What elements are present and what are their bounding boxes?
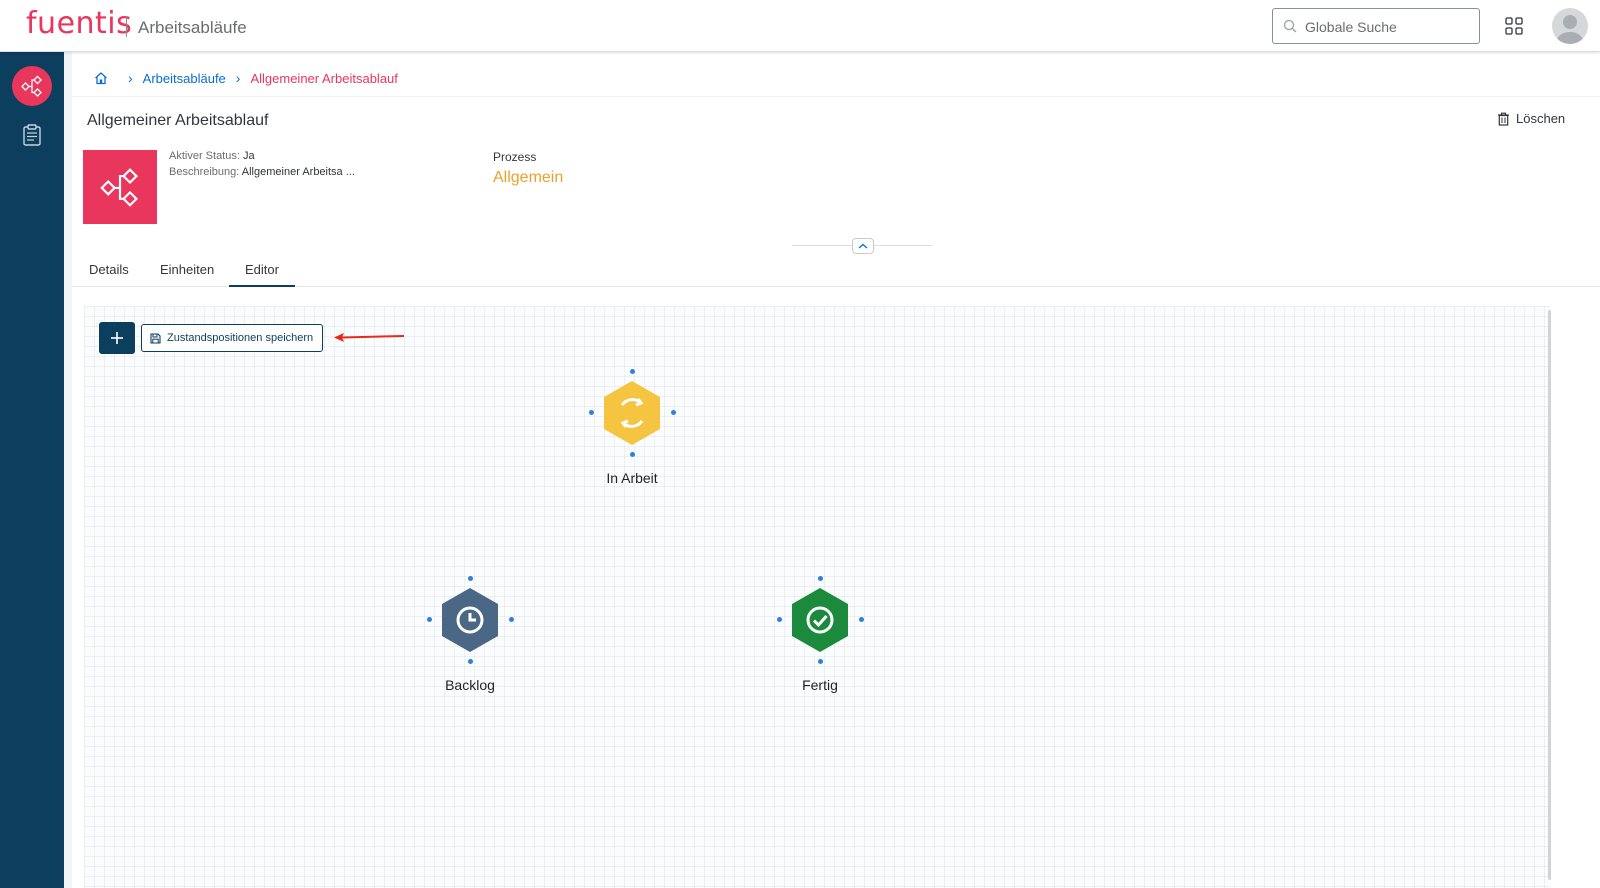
state-node-fertig[interactable]: Fertig — [770, 576, 870, 706]
delete-label: Löschen — [1516, 111, 1566, 126]
chevron-right-icon: › — [128, 70, 133, 86]
state-node-in-arbeit[interactable]: In Arbeit — [582, 369, 682, 499]
object-avatar — [83, 150, 157, 224]
process-value[interactable]: Allgemein — [493, 169, 563, 187]
state-label: In Arbeit — [606, 470, 658, 486]
tab-units[interactable]: Einheiten — [160, 262, 214, 277]
user-icon — [1557, 15, 1583, 44]
connection-port-bottom[interactable] — [818, 659, 823, 664]
connection-port-right[interactable] — [509, 617, 514, 622]
main-content: › Arbeitsabläufe › Allgemeiner Arbeitsab… — [72, 52, 1600, 888]
process-label: Prozess — [493, 150, 537, 164]
tab-editor[interactable]: Editor — [245, 262, 279, 277]
attribute-description: Beschreibung: Allgemeiner Arbeitsa ... — [169, 166, 355, 178]
breadcrumb: › Arbeitsabläufe › Allgemeiner Arbeitsab… — [94, 68, 398, 88]
connection-port-bottom[interactable] — [468, 659, 473, 664]
trash-icon — [1498, 112, 1509, 126]
sidebar — [0, 52, 64, 888]
connection-port-right[interactable] — [671, 410, 676, 415]
annotation-arrow — [334, 333, 405, 342]
tab-bar: Details Einheiten Editor — [72, 257, 1600, 287]
chevron-right-icon: › — [235, 70, 241, 86]
connection-port-top[interactable] — [468, 576, 473, 581]
search-input[interactable] — [1305, 16, 1475, 38]
save-positions-label: Zustandspositionen speichern — [167, 332, 314, 344]
brand-logo[interactable]: fuentis — [26, 6, 132, 41]
save-icon — [150, 332, 161, 344]
editor-scrollbar[interactable] — [1548, 310, 1551, 880]
home-icon[interactable] — [94, 71, 108, 85]
collapse-header-button[interactable] — [852, 238, 874, 254]
workflow-icon — [21, 75, 42, 97]
connection-port-top[interactable] — [818, 576, 823, 581]
state-node-backlog[interactable]: Backlog — [420, 576, 520, 706]
connection-port-left[interactable] — [589, 410, 594, 415]
connection-port-bottom[interactable] — [630, 452, 635, 457]
chevron-up-icon — [858, 243, 868, 249]
connection-port-left[interactable] — [427, 617, 432, 622]
workflow-icon — [100, 168, 138, 207]
header-collapse — [792, 238, 932, 254]
connection-port-right[interactable] — [859, 617, 864, 622]
user-avatar[interactable] — [1552, 8, 1588, 44]
tab-details[interactable]: Details — [89, 262, 129, 277]
page-title: Allgemeiner Arbeitsablauf — [87, 112, 269, 129]
sidebar-item-workflows[interactable] — [12, 66, 52, 106]
plus-icon — [111, 332, 123, 344]
breadcrumb-link-workflows[interactable]: Arbeitsabläufe — [143, 71, 226, 86]
app-title: Arbeitsabläufe — [138, 18, 247, 37]
state-label: Backlog — [445, 677, 495, 693]
delete-button[interactable]: Löschen — [1497, 111, 1565, 126]
add-state-button[interactable] — [99, 322, 135, 354]
brand-separator — [126, 17, 127, 37]
save-positions-button[interactable]: Zustandspositionen speichern — [141, 324, 323, 352]
state-label: Fertig — [802, 677, 838, 693]
breadcrumb-current: Allgemeiner Arbeitsablauf — [250, 70, 398, 86]
search-icon — [1283, 19, 1297, 33]
clipboard-icon[interactable] — [22, 124, 42, 146]
top-bar: fuentis Arbeitsabläufe — [0, 0, 1600, 52]
app-grid-icon[interactable] — [1505, 17, 1523, 35]
tab-selected-indicator — [229, 285, 295, 287]
connection-port-left[interactable] — [777, 617, 782, 622]
global-search[interactable] — [1272, 8, 1480, 44]
connection-port-top[interactable] — [630, 369, 635, 374]
attribute-active-status: Aktiver Status: Ja — [169, 150, 255, 162]
